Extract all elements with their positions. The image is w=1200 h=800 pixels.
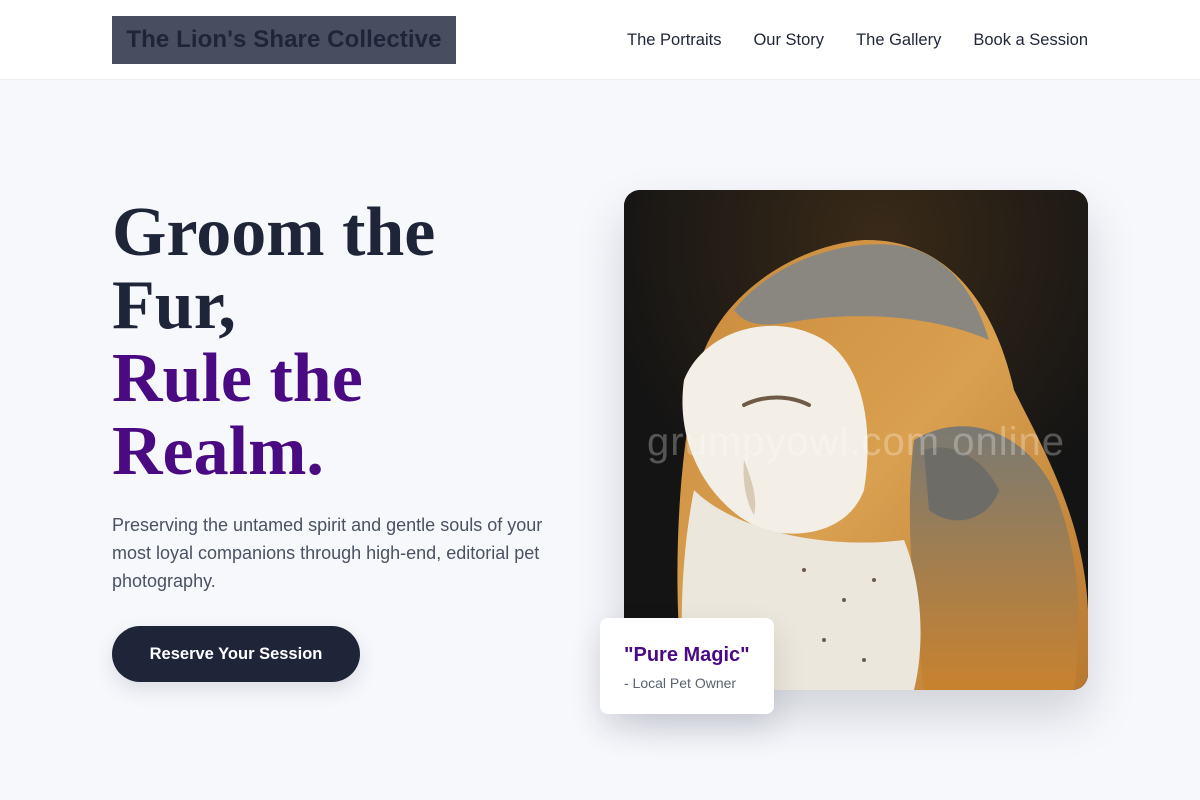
nav-link-our-story[interactable]: Our Story (753, 31, 824, 50)
hero-title-line-2: Fur, (112, 267, 236, 344)
hero-title-accent-line-1: Rule the (112, 340, 363, 417)
testimonial-quote: "Pure Magic" (624, 644, 750, 666)
hero-title: Groom the Fur, Rule the Realm. (112, 196, 572, 488)
hero-subtitle: Preserving the untamed spirit and gentle… (112, 515, 543, 591)
owl-illustration (624, 190, 1088, 690)
hero-title-line-1: Groom the (112, 194, 436, 271)
nav-link-book-session[interactable]: Book a Session (973, 31, 1088, 50)
barn-owl-photo: grumpyowl.com online (624, 190, 1088, 690)
nav-link-portraits[interactable]: The Portraits (627, 31, 721, 50)
hero-title-accent-line-2: Realm. (112, 413, 324, 490)
main-nav: The Portraits Our Story The Gallery Book… (627, 0, 1088, 80)
logo-text: The Lion's Share Collective (126, 26, 442, 53)
logo[interactable]: The Lion's Share Collective (112, 16, 456, 64)
testimonial-attribution: - Local Pet Owner (624, 675, 737, 691)
testimonial-card: "Pure Magic" - Local Pet Owner (600, 618, 774, 714)
nav-link-gallery[interactable]: The Gallery (856, 31, 941, 50)
site-header: The Lion's Share Collective The Portrait… (0, 0, 1200, 80)
reserve-session-button[interactable]: Reserve Your Session (112, 626, 360, 682)
